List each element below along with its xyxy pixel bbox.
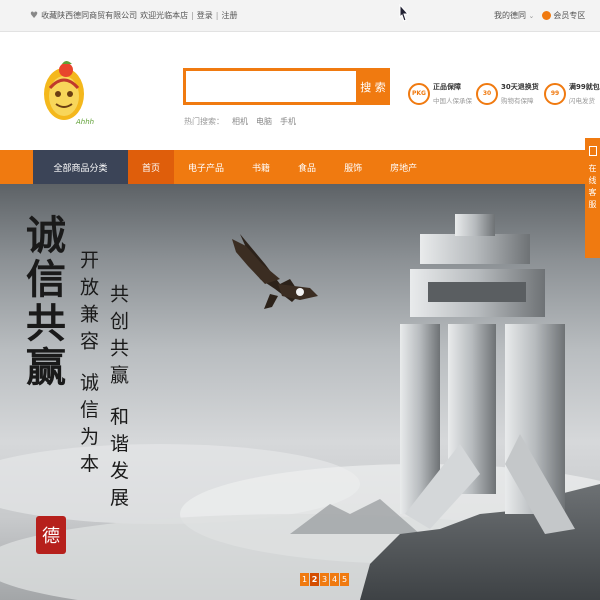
online-service-tab[interactable]: 在线客服 <box>585 138 600 258</box>
heart-icon: ♥ <box>30 10 39 21</box>
my-shop-link[interactable]: 我的德同 ⌄ <box>494 10 534 21</box>
hot-search-item[interactable]: 相机 <box>232 116 248 127</box>
banner-slogan-col2: 共创共赢 和谐发展 <box>107 284 129 515</box>
welcome-text: 欢迎光临本店 <box>140 11 189 20</box>
banner-page-1[interactable]: 1 <box>300 573 309 586</box>
nav-item-food[interactable]: 食品 <box>284 150 330 184</box>
guarantee-subtitle: 中国人保承保 <box>433 97 472 105</box>
hero-banner[interactable]: 诚信共赢 开放兼容 诚信为本 共创共赢 和谐发展 德 <box>0 184 600 600</box>
nav-item-real-estate[interactable]: 房地产 <box>376 150 431 184</box>
site-logo[interactable]: Ahhh <box>42 58 102 130</box>
login-link[interactable]: 登录 <box>197 10 213 21</box>
top-bar-left: ♥ 收藏陕西德同商贸有限公司 欢迎光临本店 | 登录 | 注册 <box>30 10 237 21</box>
banner-slogan-col1: 开放兼容 诚信为本 <box>77 250 99 481</box>
mouse-cursor-icon <box>399 4 410 22</box>
hot-search-item[interactable]: 手机 <box>280 116 296 127</box>
guarantee-return: 30 30天退换货 购物有保障 <box>476 82 539 105</box>
divider: | <box>215 11 219 20</box>
eagle-artwork <box>232 234 318 309</box>
member-zone-link[interactable]: 会员专区 <box>542 10 585 21</box>
all-categories-button[interactable]: 全部商品分类 <box>33 150 128 184</box>
search-button[interactable]: 搜 索 <box>356 68 390 105</box>
nav-items: 首页 电子产品 书籍 食品 服饰 房地产 <box>128 150 431 184</box>
banner-page-3[interactable]: 3 <box>320 573 329 586</box>
member-icon <box>542 11 552 20</box>
guarantee-title: 正品保障 <box>433 83 461 91</box>
guarantee-shipping: 99 满99就包邮闪电发货 <box>544 82 600 105</box>
red-seal-stamp: 德 <box>36 516 66 554</box>
banner-pagination: 1 2 3 4 5 <box>300 573 349 586</box>
top-bar: ♥ 收藏陕西德同商贸有限公司 欢迎光临本店 | 登录 | 注册 我的德同 ⌄ 会… <box>0 0 600 32</box>
search-input[interactable] <box>186 71 356 102</box>
chevron-down-icon: ⌄ <box>528 12 535 20</box>
top-bar-right: 我的德同 ⌄ 会员专区 <box>494 10 585 21</box>
shipping-badge-icon: 99 <box>544 82 566 105</box>
guarantee-genuine: PKG 正品保障中国人保承保 <box>408 82 472 105</box>
hot-search-label: 热门搜索： <box>184 117 224 126</box>
chat-icon <box>588 146 597 156</box>
guarantee-subtitle: 闪电发货 <box>569 97 595 105</box>
guarantee-subtitle: 购物有保障 <box>501 97 534 105</box>
svg-text:Ahhh: Ahhh <box>75 118 94 126</box>
genuine-badge-icon: PKG <box>408 82 430 105</box>
divider: | <box>191 11 194 20</box>
return-badge-icon: 30 <box>476 82 498 105</box>
main-nav: 全部商品分类 首页 电子产品 书籍 食品 服饰 房地产 <box>0 150 600 184</box>
big-character-artwork <box>400 214 575 534</box>
banner-page-5[interactable]: 5 <box>340 573 349 586</box>
banner-page-4[interactable]: 4 <box>330 573 339 586</box>
nav-item-home[interactable]: 首页 <box>128 150 175 184</box>
favorite-link[interactable]: 收藏陕西德同商贸有限公司 <box>41 10 137 21</box>
search-box: 搜 索 <box>183 68 390 105</box>
service-guarantees: PKG 正品保障中国人保承保 30 30天退换货购物有保障 99 满99就包邮闪… <box>408 82 600 105</box>
nav-item-electronics[interactable]: 电子产品 <box>174 150 238 184</box>
hot-search: 热门搜索： 相机 电脑 手机 <box>184 116 296 127</box>
register-link[interactable]: 注册 <box>221 10 237 21</box>
online-service-label: 在线客服 <box>588 164 597 212</box>
nav-item-books[interactable]: 书籍 <box>238 150 284 184</box>
guarantee-title: 30天退换货 <box>501 83 539 91</box>
hot-search-item[interactable]: 电脑 <box>256 116 272 127</box>
banner-main-slogan: 诚信共赢 <box>19 214 66 390</box>
banner-page-2[interactable]: 2 <box>310 573 319 586</box>
nav-item-clothing[interactable]: 服饰 <box>330 150 376 184</box>
guarantee-title: 满99就包邮 <box>569 83 600 91</box>
